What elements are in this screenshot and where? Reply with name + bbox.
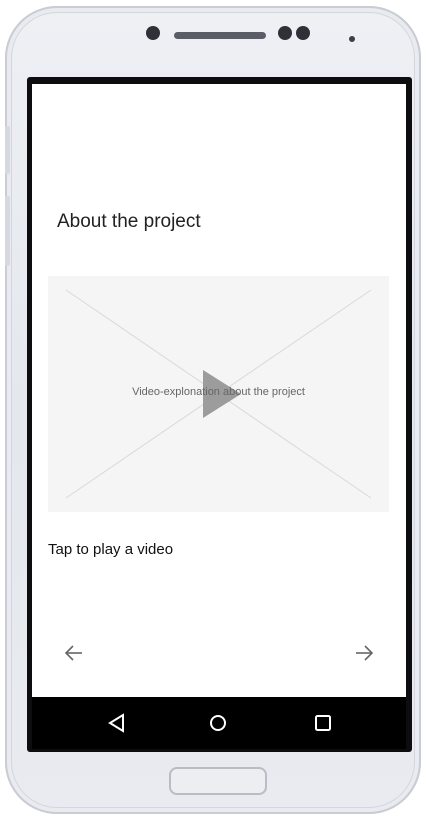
page-title: About the project (57, 211, 201, 232)
circle-home-icon[interactable] (204, 709, 232, 737)
play-hint-text: Tap to play a video (48, 541, 174, 558)
sensor-dot-icon (296, 26, 310, 40)
video-player[interactable]: Video-explonation about the project (48, 276, 389, 512)
app-screen: About the project Video-explonation abou… (32, 84, 406, 697)
front-camera-icon (146, 26, 160, 40)
system-navigation-bar (32, 697, 406, 749)
square-recents-icon[interactable] (309, 709, 337, 737)
volume-button (5, 126, 10, 174)
arrow-left-icon[interactable] (62, 641, 86, 665)
video-caption: Video-explonation about the project (132, 386, 305, 398)
notification-led-icon (349, 36, 355, 42)
arrow-right-icon[interactable] (352, 641, 376, 665)
hardware-home-button[interactable] (169, 767, 267, 795)
power-button (5, 196, 10, 266)
earpiece-speaker (174, 32, 266, 39)
triangle-back-icon[interactable] (103, 709, 131, 737)
sensor-dot-icon (278, 26, 292, 40)
